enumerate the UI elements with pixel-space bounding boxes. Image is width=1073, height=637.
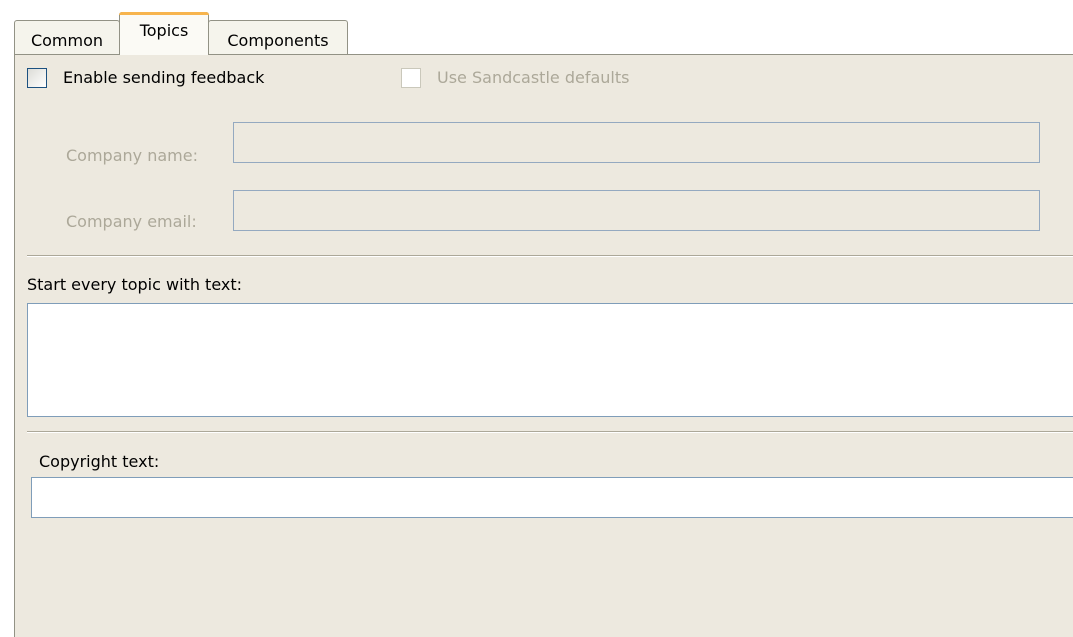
tab-topics[interactable]: Topics xyxy=(119,12,209,55)
company-email-label: Company email: xyxy=(66,212,197,231)
tab-components[interactable]: Components xyxy=(208,20,348,54)
tab-components-label: Components xyxy=(227,31,329,50)
enable-feedback-checkbox[interactable] xyxy=(27,68,47,88)
copyright-label: Copyright text: xyxy=(39,452,160,471)
sandcastle-defaults-label[interactable]: Use Sandcastle defaults xyxy=(437,68,629,88)
tab-topics-label: Topics xyxy=(139,21,189,40)
tab-strip: Common Topics Components xyxy=(14,12,1073,55)
section-divider xyxy=(27,255,1073,257)
tab-common[interactable]: Common xyxy=(14,20,120,54)
company-name-input[interactable] xyxy=(233,122,1040,163)
copyright-input[interactable] xyxy=(31,477,1073,518)
enable-feedback-label[interactable]: Enable sending feedback xyxy=(63,68,264,88)
topic-text-label: Start every topic with text: xyxy=(27,275,243,294)
settings-window: Common Topics Components Enable sending … xyxy=(0,0,1073,637)
sandcastle-defaults-checkbox[interactable] xyxy=(401,68,421,88)
topics-panel: Enable sending feedback Use Sandcastle d… xyxy=(14,54,1073,637)
section-divider-2 xyxy=(27,431,1073,433)
company-email-input[interactable] xyxy=(233,190,1040,231)
topic-text-textarea[interactable] xyxy=(27,303,1073,417)
company-name-label: Company name: xyxy=(66,146,198,165)
tab-common-label: Common xyxy=(30,31,104,50)
